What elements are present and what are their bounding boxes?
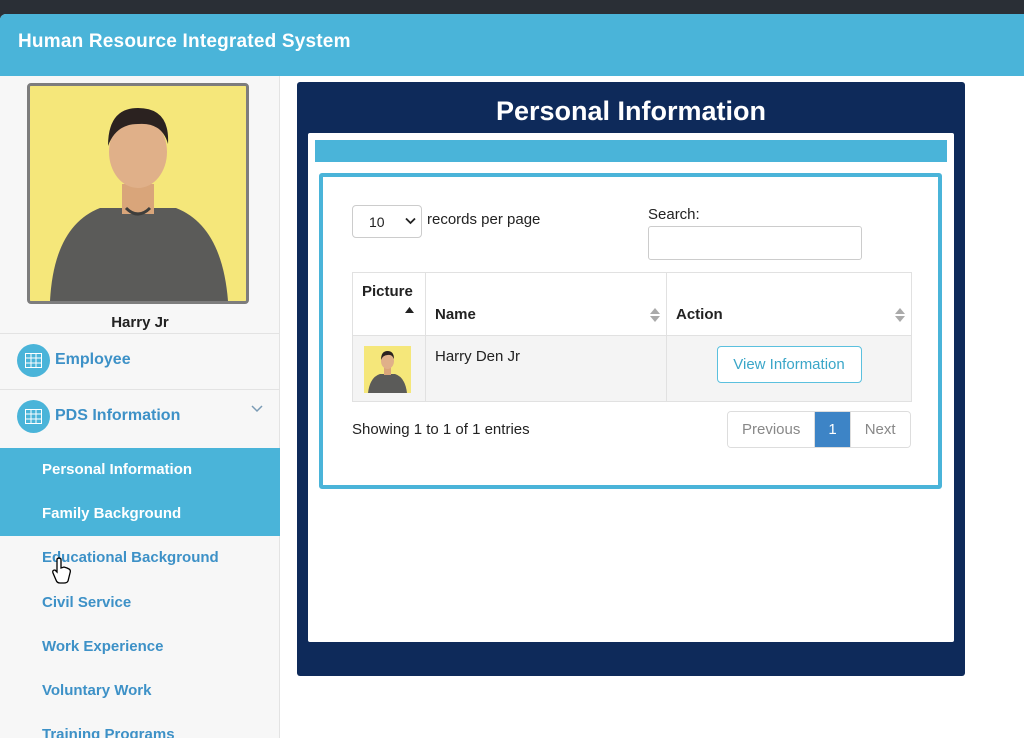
table-row: Harry Den Jr View Information [352, 335, 912, 402]
sort-icon [895, 308, 905, 322]
menu-label: Employee [55, 351, 131, 368]
view-information-button[interactable]: View Information [716, 346, 862, 383]
panel-body: 10 records per page Search: Picture Name [308, 133, 954, 642]
sidebar-item-label: Personal Information [42, 461, 193, 478]
sidebar-item-family-background[interactable]: Family Background [0, 492, 280, 536]
sidebar-item-voluntary-work[interactable]: Voluntary Work [0, 669, 280, 713]
sort-ascending-icon [405, 307, 414, 313]
sidebar-item-educational-background[interactable]: Educational Background [0, 536, 280, 580]
pagination: Previous 1 Next [727, 411, 911, 448]
table-icon [17, 344, 50, 377]
employee-name-cell: Harry Den Jr [425, 335, 667, 402]
next-page-button[interactable]: Next [850, 412, 910, 447]
avatar [27, 83, 249, 304]
search-label: Search: [648, 206, 700, 223]
sidebar-item-training-programs[interactable]: Training Programs [0, 713, 280, 738]
records-per-page-value: 10 [369, 214, 385, 230]
panel-header-strip [315, 140, 947, 162]
app-title[interactable]: Human Resource Integrated System [18, 31, 351, 53]
sidebar: Harry Jr Employee PDS Information Person… [0, 76, 280, 738]
table-info: Showing 1 to 1 of 1 entries [352, 421, 530, 438]
column-label: Name [435, 306, 476, 323]
records-per-page-select[interactable]: 10 [352, 205, 422, 238]
personal-information-panel: Personal Information 10 records per page… [297, 82, 965, 676]
chevron-down-icon [251, 405, 263, 413]
sidebar-item-label: Training Programs [42, 726, 175, 738]
records-per-page-label: records per page [427, 211, 541, 228]
sidebar-item-work-experience[interactable]: Work Experience [0, 625, 280, 669]
menu-item-employee[interactable]: Employee [0, 333, 280, 389]
previous-page-button[interactable]: Previous [728, 412, 816, 447]
column-header-name[interactable]: Name [425, 272, 667, 336]
profile-photo [30, 86, 246, 301]
menu-label: PDS Information [55, 407, 181, 424]
chevron-down-icon [405, 217, 416, 225]
sidebar-item-personal-information[interactable]: Personal Information [0, 448, 280, 492]
sidebar-item-label: Voluntary Work [42, 682, 152, 699]
top-navbar: Human Resource Integrated System [0, 14, 1024, 76]
table-icon [17, 400, 50, 433]
sidebar-item-civil-service[interactable]: Civil Service [0, 581, 280, 625]
hand-cursor-icon [52, 557, 71, 584]
records-table-box: 10 records per page Search: Picture Name [319, 173, 942, 489]
menu-item-pds-information[interactable]: PDS Information [0, 389, 280, 445]
page-1-button[interactable]: 1 [815, 412, 851, 447]
column-label: Action [676, 306, 723, 323]
picture-cell [352, 335, 426, 402]
search-input[interactable] [648, 226, 862, 260]
sidebar-item-label: Family Background [42, 505, 182, 522]
column-label: Picture [362, 283, 413, 300]
records-table: Picture Name Action Harry Den Jr View In… [352, 272, 912, 402]
sidebar-item-label: Civil Service [42, 594, 132, 611]
sidebar-item-label: Work Experience [42, 638, 164, 655]
sort-icon [650, 308, 660, 322]
table-header-row: Picture Name Action [352, 272, 912, 336]
column-header-action[interactable]: Action [666, 272, 912, 336]
page-title: Personal Information [495, 96, 767, 126]
column-header-picture[interactable]: Picture [352, 272, 426, 336]
app-window: Human Resource Integrated System Harry J… [0, 14, 1024, 738]
employee-thumbnail [364, 346, 411, 393]
action-cell: View Information [666, 335, 912, 402]
user-name: Harry Jr [111, 314, 169, 331]
